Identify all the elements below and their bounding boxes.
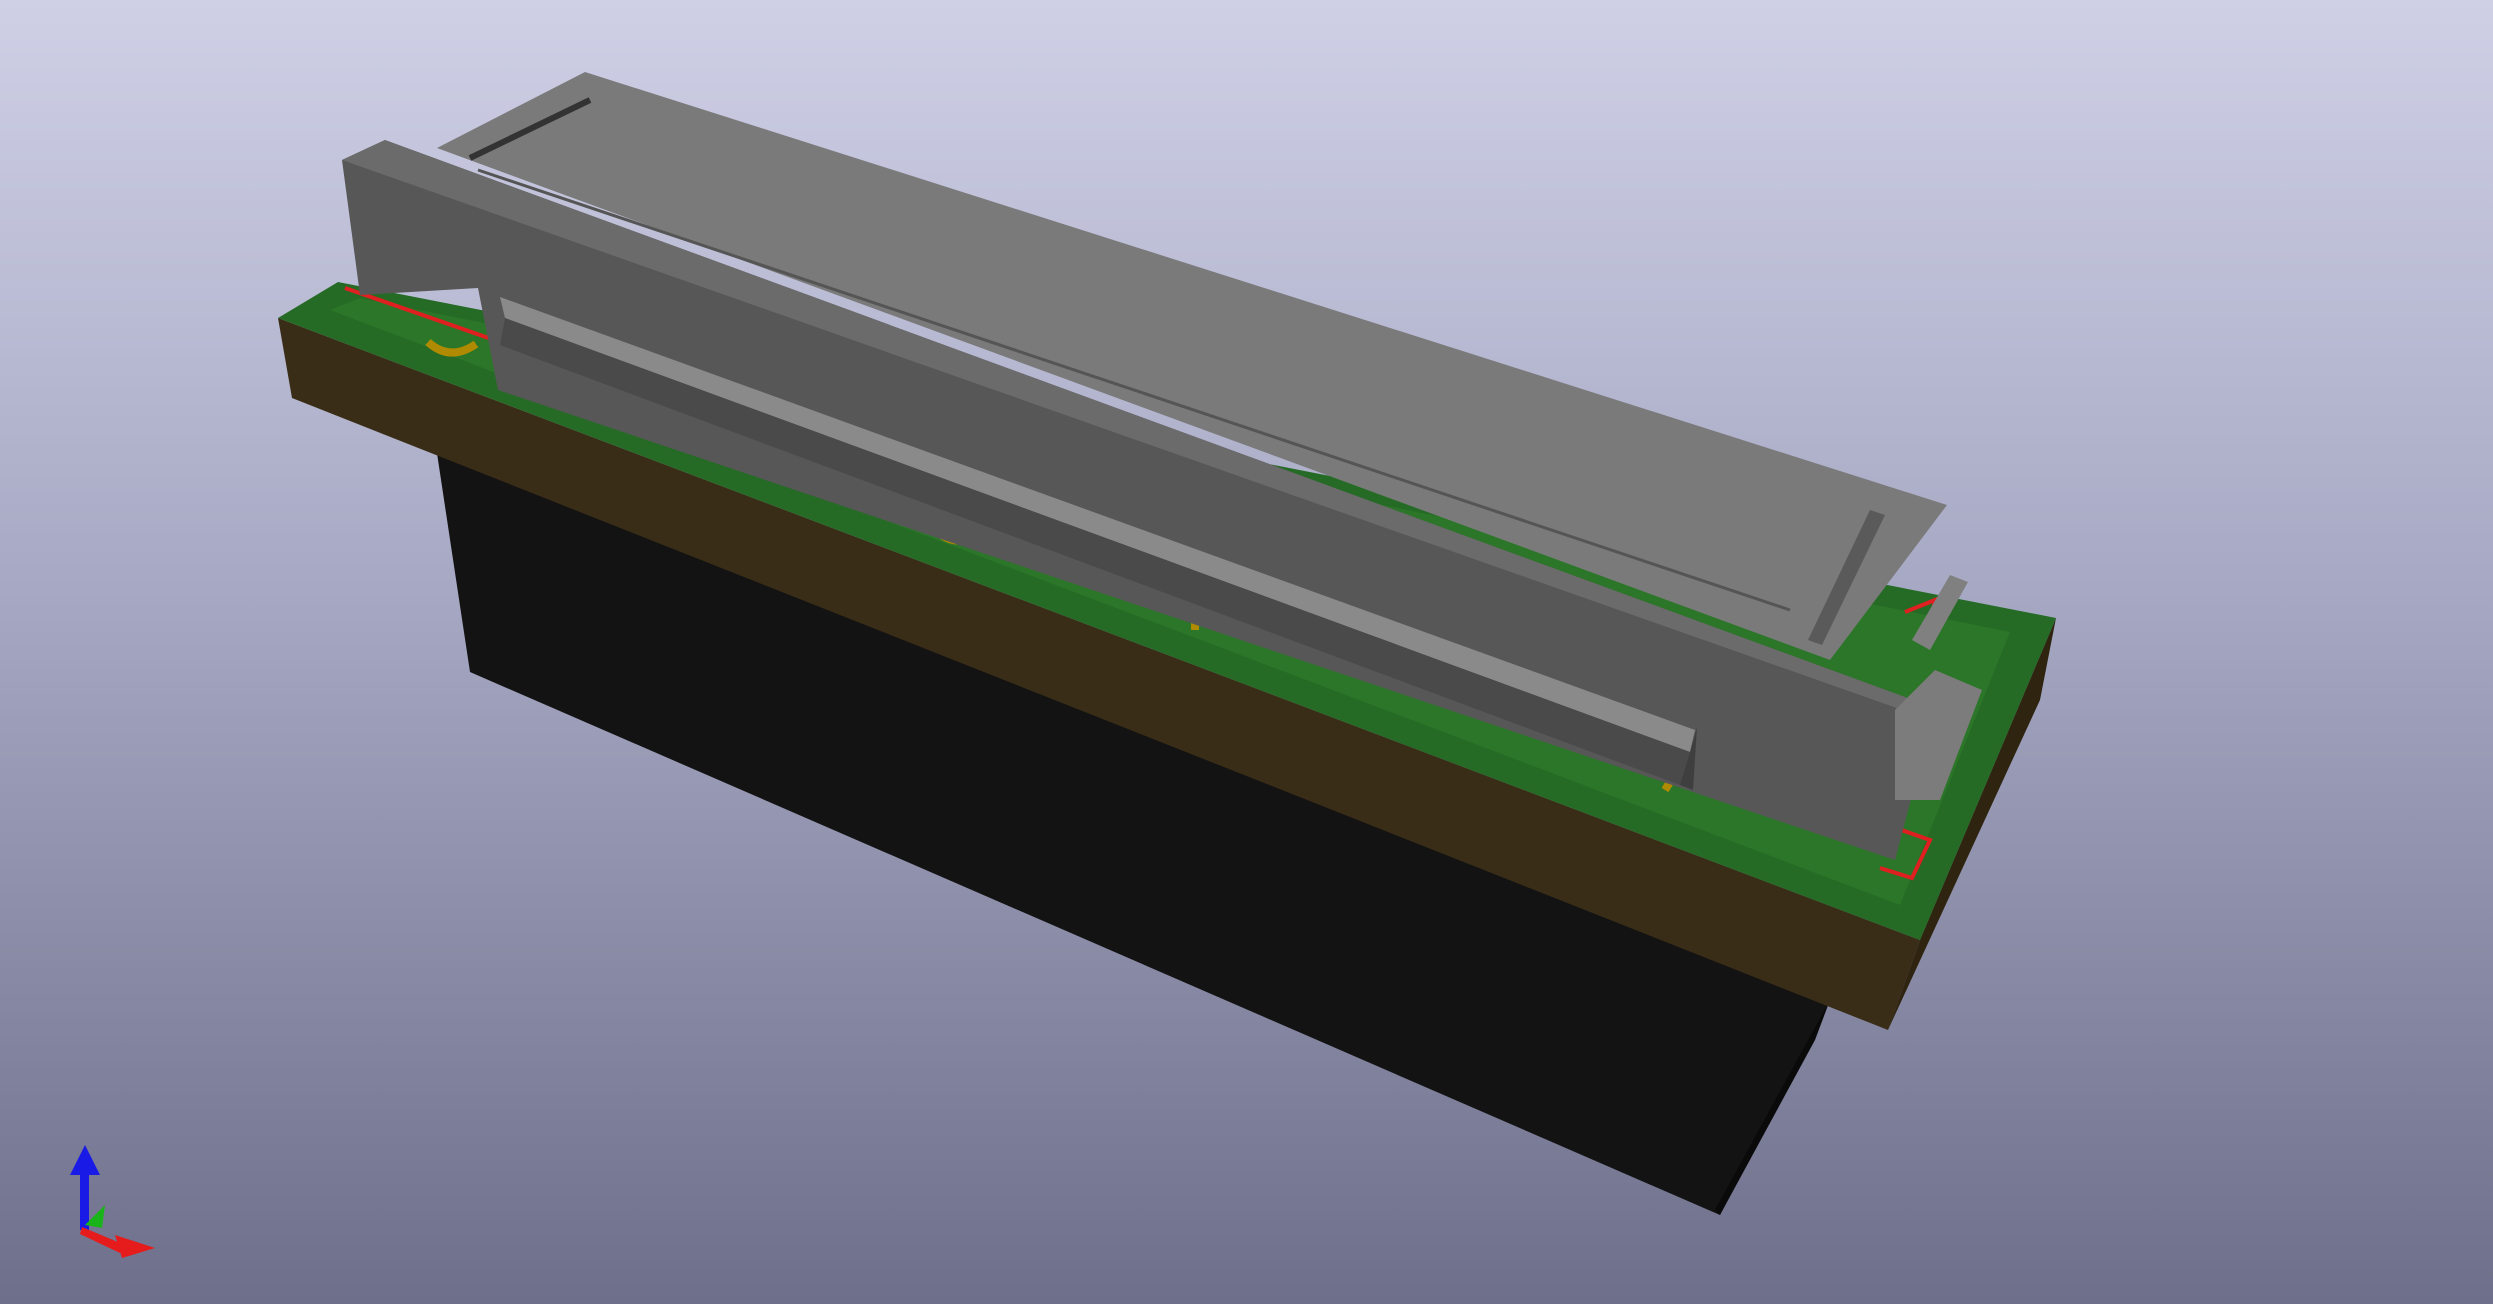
xyz-axes-icon xyxy=(70,1145,155,1258)
pcb-3d-scene[interactable] xyxy=(0,0,2493,1304)
x-axis-arrow xyxy=(80,1227,155,1258)
3d-viewport[interactable] xyxy=(0,0,2493,1304)
